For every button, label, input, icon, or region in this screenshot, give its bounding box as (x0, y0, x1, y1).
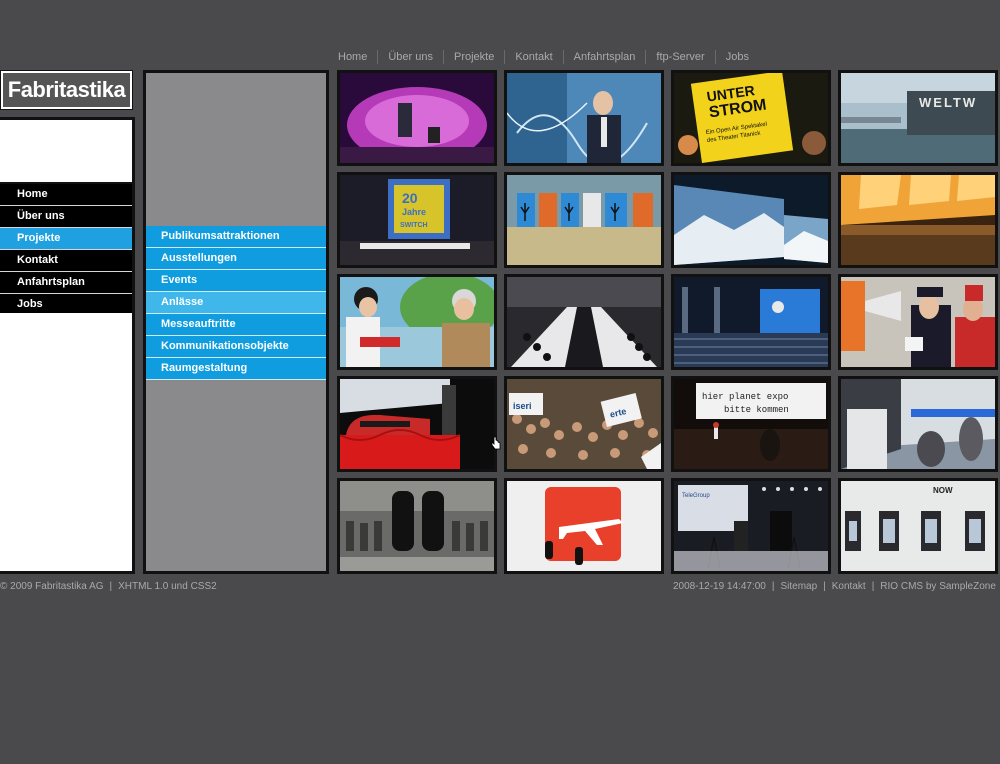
project-thumbnail[interactable] (671, 274, 831, 370)
subnav-events[interactable]: Events (146, 270, 326, 292)
display-text: NOW (933, 486, 953, 495)
mainnav-kontakt[interactable]: Kontakt (0, 250, 132, 272)
topnav-anfahrtsplan[interactable]: Anfahrtsplan (574, 51, 636, 63)
subnav-ausstellungen[interactable]: Ausstellungen (146, 248, 326, 270)
screen-text: SWITCH (400, 222, 428, 229)
topnav-divider (714, 50, 716, 64)
mainnav-anfahrtsplan[interactable]: Anfahrtsplan (0, 272, 132, 294)
project-thumbnail[interactable] (337, 70, 497, 166)
stage-text: hier planet expo (702, 392, 788, 402)
project-thumbnail[interactable]: TeleGroup (671, 478, 831, 574)
topnav-divider (562, 50, 564, 64)
topnav-divider (504, 50, 506, 64)
project-thumbnail[interactable]: UNTER STROM Ein Open Air Spektakel des T… (671, 70, 831, 166)
topnav-projekte[interactable]: Projekte (454, 51, 494, 63)
footer-divider: | (109, 581, 113, 592)
subnav-publikumsattraktionen[interactable]: Publikumsattraktionen (146, 226, 326, 248)
main-navigation: Home Über uns Projekte Kontakt Anfahrtsp… (0, 184, 132, 316)
project-thumbnail[interactable] (671, 172, 831, 268)
project-thumbnail[interactable] (838, 172, 998, 268)
topnav-ftp-server[interactable]: ftp-Server (656, 51, 704, 63)
project-thumbnail[interactable] (504, 274, 664, 370)
footer-divider: | (823, 581, 826, 592)
topnav-home[interactable]: Home (338, 51, 367, 63)
topnav-divider (645, 50, 647, 64)
project-thumbnail[interactable] (337, 274, 497, 370)
subnav-kommunikationsobjekte[interactable]: Kommunikationsobjekte (146, 336, 326, 358)
copyright-text: © 2009 Fabritastika AG (0, 581, 104, 592)
cms-credit-link[interactable]: RIO CMS by SampleZone (880, 581, 996, 592)
project-thumbnail[interactable] (337, 376, 497, 472)
subnav-anlaesse[interactable]: Anlässe (146, 292, 326, 314)
hand-cursor-icon (491, 436, 501, 450)
project-thumbnail[interactable]: 20 Jahre SWITCH (337, 172, 497, 268)
topnav-divider (442, 50, 444, 64)
footer-left: © 2009 Fabritastika AG | XHTML 1.0 und C… (0, 581, 217, 592)
project-thumbnail[interactable] (504, 172, 664, 268)
project-thumbnail[interactable] (504, 478, 664, 574)
subnav-raumgestaltung[interactable]: Raumgestaltung (146, 358, 326, 380)
sitemap-link[interactable]: Sitemap (780, 581, 817, 592)
stage-text: bitte kommen (724, 405, 789, 415)
footer-right: 2008-12-19 14:47:00 | Sitemap | Kontakt … (673, 581, 996, 592)
project-thumbnail[interactable] (337, 478, 497, 574)
project-thumbnail[interactable]: hier planet expo bitte kommen (671, 376, 831, 472)
top-navigation: Home Über uns Projekte Kontakt Anfahrtsp… (338, 50, 749, 64)
project-thumbnail[interactable] (504, 70, 664, 166)
standards-link[interactable]: XHTML 1.0 und CSS2 (118, 581, 217, 592)
logo-text: Fabritastika (3, 73, 130, 107)
sidebar-blank-panel-bottom (0, 313, 132, 571)
sign-text: iseri (513, 401, 532, 411)
project-thumbnail[interactable]: WELTW (838, 70, 998, 166)
project-thumbnail[interactable]: iseri erte (504, 376, 664, 472)
project-thumbnail[interactable] (838, 376, 998, 472)
topnav-kontakt[interactable]: Kontakt (515, 51, 552, 63)
subnav-messeauftritte[interactable]: Messeauftritte (146, 314, 326, 336)
project-thumbnail[interactable] (838, 274, 998, 370)
topnav-jobs[interactable]: Jobs (726, 51, 749, 63)
footer-divider: | (871, 581, 875, 592)
mainnav-projekte[interactable]: Projekte (0, 228, 132, 250)
left-sidebar: Home Über uns Projekte Kontakt Anfahrtsp… (0, 117, 135, 574)
sub-navigation: Publikumsattraktionen Ausstellungen Even… (146, 226, 326, 380)
building-text: WELTW (919, 95, 977, 110)
mainnav-ueber-uns[interactable]: Über uns (0, 206, 132, 228)
sub-navigation-panel: Publikumsattraktionen Ausstellungen Even… (143, 70, 329, 574)
footer-kontakt-link[interactable]: Kontakt (832, 581, 866, 592)
footer-divider: | (771, 581, 775, 592)
screen-text: TeleGroup (682, 493, 710, 499)
project-thumbnail[interactable]: NOW (838, 478, 998, 574)
screen-text: Jahre (402, 207, 426, 217)
topnav-ueber-uns[interactable]: Über uns (388, 51, 433, 63)
site-logo[interactable]: Fabritastika (0, 70, 133, 110)
topnav-divider (377, 50, 379, 64)
sidebar-blank-panel (0, 120, 132, 182)
mainnav-home[interactable]: Home (0, 184, 132, 206)
last-updated-timestamp: 2008-12-19 14:47:00 (673, 581, 766, 592)
screen-text: 20 (402, 190, 418, 206)
project-thumbnail-grid: UNTER STROM Ein Open Air Spektakel des T… (337, 70, 1000, 574)
